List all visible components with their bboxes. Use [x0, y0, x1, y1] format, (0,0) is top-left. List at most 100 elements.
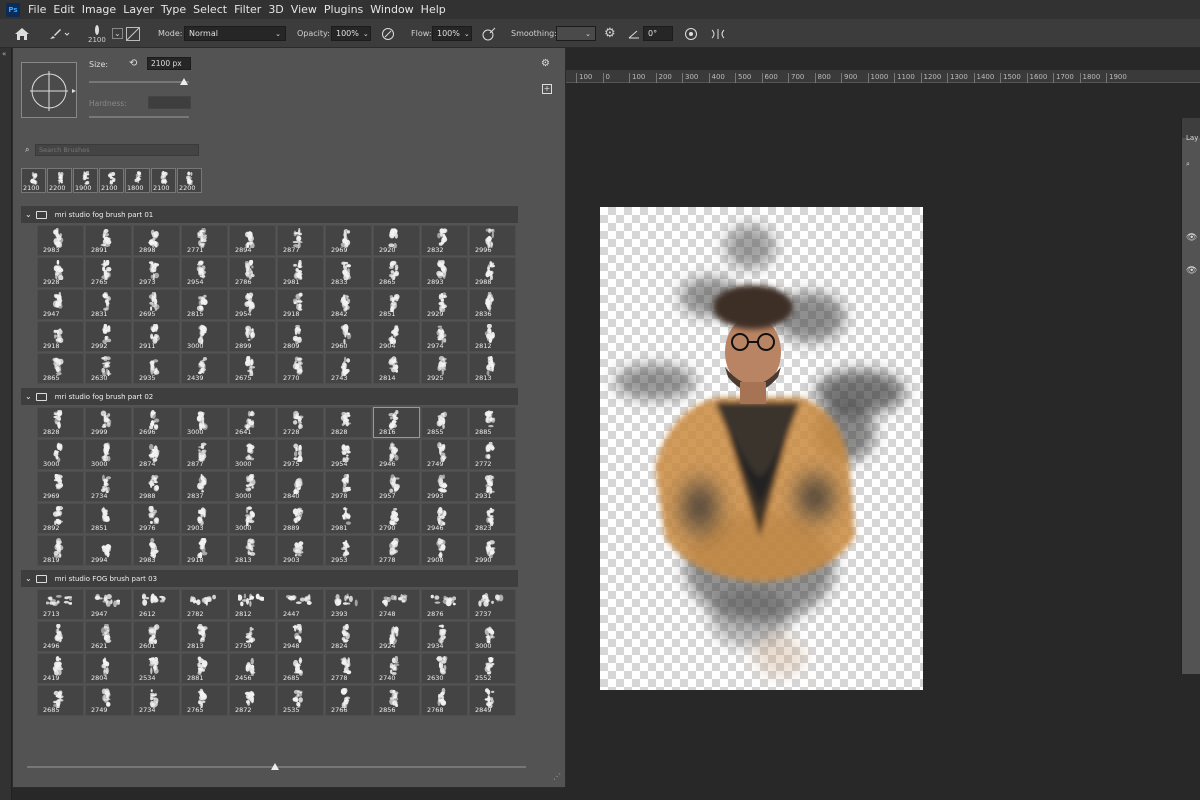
brush-preset[interactable]: 2876 — [421, 589, 468, 620]
brush-preset[interactable]: 2768 — [421, 685, 468, 716]
recent-brush-preset[interactable]: 2100 — [151, 168, 176, 193]
size-field[interactable]: 2100 px — [147, 57, 191, 70]
brush-preset[interactable]: 2954 — [325, 439, 372, 470]
angle-field[interactable]: 0° — [643, 26, 673, 41]
brush-preset[interactable]: 2996 — [469, 225, 516, 256]
brush-preset[interactable]: 2737 — [469, 589, 516, 620]
brush-preset[interactable]: 2946 — [373, 439, 420, 470]
brush-preset[interactable]: 2804 — [85, 653, 132, 684]
brush-preset[interactable]: 2832 — [421, 225, 468, 256]
brush-preset[interactable]: 2816 — [373, 407, 420, 438]
menu-window[interactable]: Window — [370, 3, 413, 16]
brush-preset[interactable]: 2439 — [181, 353, 228, 384]
brush-preset[interactable]: 2994 — [85, 535, 132, 566]
brush-preset[interactable]: 2877 — [277, 225, 324, 256]
recent-brush-preset[interactable]: 2100 — [99, 168, 124, 193]
brush-preset[interactable]: 2393 — [325, 589, 372, 620]
brush-angle-preview[interactable] — [21, 62, 77, 118]
brush-preset[interactable]: 2728 — [277, 407, 324, 438]
brush-preset[interactable]: 2993 — [421, 471, 468, 502]
brush-preset[interactable]: 2734 — [85, 471, 132, 502]
brush-preset[interactable]: 2872 — [229, 685, 276, 716]
brush-preset[interactable]: 2954 — [181, 257, 228, 288]
reset-size-icon[interactable]: ⟲ — [129, 58, 137, 69]
brush-preset[interactable]: 2953 — [325, 535, 372, 566]
brush-preset[interactable]: 2782 — [181, 589, 228, 620]
menu-edit[interactable]: Edit — [53, 3, 74, 16]
brush-preset[interactable]: 2947 — [85, 589, 132, 620]
brush-preset[interactable]: 2898 — [133, 225, 180, 256]
brush-preset[interactable]: 2770 — [277, 353, 324, 384]
brush-preset[interactable]: 3000 — [181, 407, 228, 438]
brush-group-header[interactable]: ⌄ mri studio FOG brush part 03 — [21, 570, 518, 587]
brush-preset[interactable]: 2851 — [373, 289, 420, 320]
brush-preset[interactable]: 2840 — [277, 471, 324, 502]
chevron-down-icon[interactable]: ⌄ — [25, 392, 32, 401]
brush-preset[interactable]: 2630 — [421, 653, 468, 684]
brush-preset-picker[interactable]: 2100 — [88, 19, 106, 48]
brush-preset[interactable]: 2759 — [229, 621, 276, 652]
brush-preset[interactable]: 2855 — [421, 407, 468, 438]
brush-preset[interactable]: 2765 — [85, 257, 132, 288]
gear-icon[interactable]: ⚙ — [541, 58, 550, 69]
menu-layer[interactable]: Layer — [123, 3, 154, 16]
brush-preset[interactable]: 2925 — [421, 353, 468, 384]
brush-preset[interactable]: 2812 — [469, 321, 516, 352]
brush-preset[interactable]: 2685 — [37, 685, 84, 716]
brush-preset[interactable]: 2713 — [37, 589, 84, 620]
chevron-down-icon[interactable]: ⌄ — [25, 210, 32, 219]
brush-preset[interactable]: 2969 — [37, 471, 84, 502]
brush-preset[interactable]: 2881 — [181, 653, 228, 684]
brush-preset[interactable]: 2928 — [37, 257, 84, 288]
brush-preset[interactable]: 2851 — [85, 503, 132, 534]
pressure-opacity-icon[interactable] — [381, 19, 395, 48]
home-icon[interactable] — [14, 19, 30, 48]
brush-preset[interactable]: 2842 — [325, 289, 372, 320]
brush-preset[interactable]: 2947 — [37, 289, 84, 320]
chevron-down-icon[interactable]: ⌄ — [112, 19, 123, 48]
brush-preset[interactable]: 2621 — [85, 621, 132, 652]
brush-preset[interactable]: 2824 — [325, 621, 372, 652]
menu-help[interactable]: Help — [421, 3, 446, 16]
airbrush-icon[interactable] — [481, 19, 497, 48]
brush-preset[interactable]: 2849 — [469, 685, 516, 716]
recent-brush-preset[interactable]: 2100 — [21, 168, 46, 193]
brush-preset[interactable]: 2992 — [85, 321, 132, 352]
brush-preset[interactable]: 2812 — [229, 589, 276, 620]
brush-preset[interactable]: 2976 — [133, 503, 180, 534]
smoothing-field[interactable]: ⌄ — [556, 26, 596, 41]
brush-preset[interactable]: 2813 — [181, 621, 228, 652]
eye-icon[interactable]: 👁 — [1186, 266, 1197, 276]
brush-preset[interactable]: 2865 — [37, 353, 84, 384]
brush-preset[interactable]: 2833 — [325, 257, 372, 288]
brush-preset[interactable]: 2957 — [373, 471, 420, 502]
brush-preset[interactable]: 2954 — [229, 289, 276, 320]
brush-preset[interactable]: 2960 — [325, 321, 372, 352]
brush-preset[interactable]: 2814 — [373, 353, 420, 384]
brush-preset[interactable]: 2856 — [373, 685, 420, 716]
brush-preset[interactable]: 2823 — [469, 503, 516, 534]
brush-preset[interactable]: 2911 — [133, 321, 180, 352]
brush-preset[interactable]: 2988 — [469, 257, 516, 288]
brush-preset[interactable]: 2696 — [133, 407, 180, 438]
recent-brush-preset[interactable]: 2200 — [177, 168, 202, 193]
brush-preset[interactable]: 2813 — [469, 353, 516, 384]
brush-preset[interactable]: 2990 — [469, 535, 516, 566]
size-slider-thumb[interactable] — [180, 78, 188, 85]
brush-preset[interactable]: 2828 — [325, 407, 372, 438]
brush-preset[interactable]: 2630 — [85, 353, 132, 384]
brush-preset[interactable]: 2946 — [421, 503, 468, 534]
brush-settings-toggle-icon[interactable] — [126, 19, 140, 48]
brush-preset[interactable]: 3000 — [229, 503, 276, 534]
brush-preset[interactable]: 2809 — [277, 321, 324, 352]
brush-preset[interactable]: 2552 — [469, 653, 516, 684]
menu-file[interactable]: File — [28, 3, 46, 16]
brush-preset[interactable]: 2891 — [85, 225, 132, 256]
brush-preset[interactable]: 2772 — [469, 439, 516, 470]
menu-plugins[interactable]: Plugins — [324, 3, 363, 16]
recent-brush-preset[interactable]: 2200 — [47, 168, 72, 193]
brush-preset[interactable]: 2813 — [229, 535, 276, 566]
brush-preset[interactable]: 2765 — [181, 685, 228, 716]
brush-group-header[interactable]: ⌄ mri studio fog brush part 02 — [21, 388, 518, 405]
brush-preset[interactable]: 2983 — [133, 535, 180, 566]
